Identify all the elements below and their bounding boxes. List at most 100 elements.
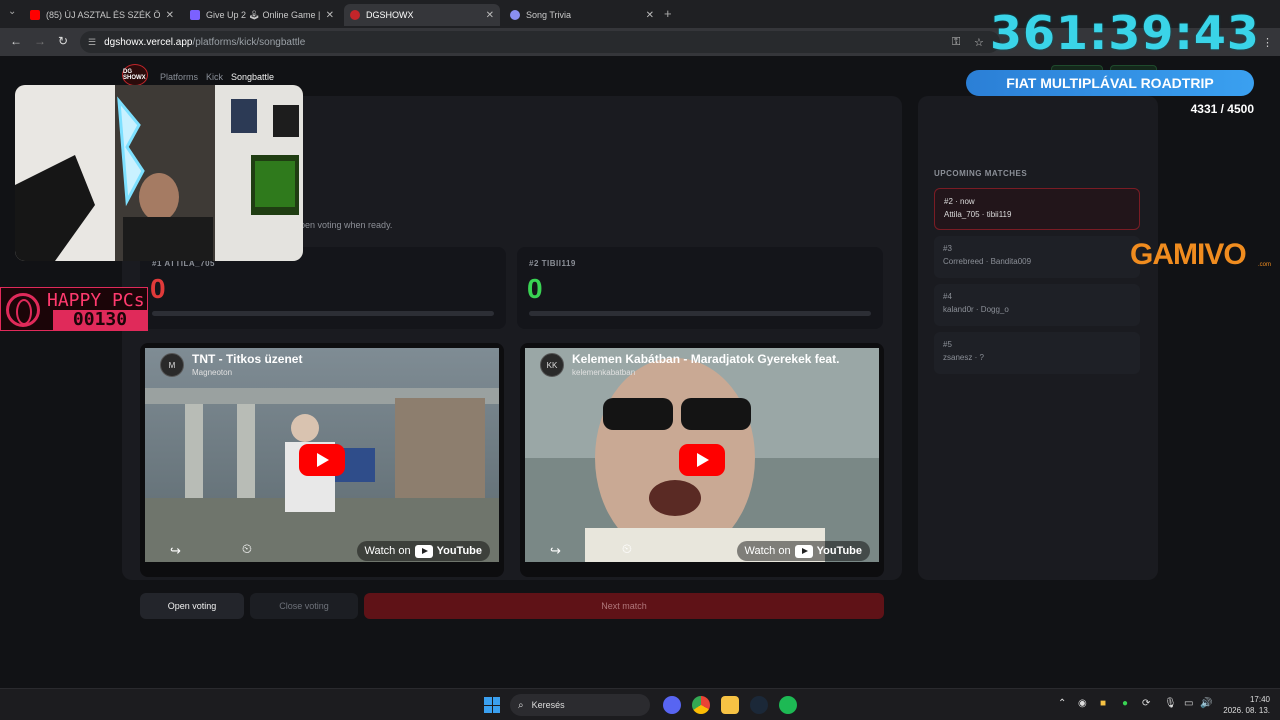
happy-pcs-logo-icon	[6, 293, 40, 327]
channel-avatar[interactable]: KK	[540, 353, 564, 377]
play-button[interactable]	[679, 444, 725, 476]
bookmark-star-icon[interactable]: ☆	[974, 36, 984, 49]
network-icon[interactable]: ▭	[1184, 698, 1193, 709]
match-players: kaland0r · Dogg_o	[943, 305, 1009, 314]
spotify-icon[interactable]	[779, 696, 797, 714]
upcoming-match-item[interactable]: #3 Correbreed · Bandita009	[934, 236, 1140, 278]
share-icon[interactable]: ↪	[170, 543, 181, 559]
breadcrumb-kick[interactable]: Kick	[206, 72, 223, 82]
video-embed-1[interactable]: M TNT - Titkos üzenet Magneoton ↪ ⏲ Watc…	[140, 343, 504, 577]
watch-on-youtube-button[interactable]: Watch on YouTube	[356, 541, 490, 561]
breadcrumb: Platforms Kick Songbattle	[160, 72, 274, 82]
happy-pcs-code: 00130	[53, 310, 147, 330]
volume-icon[interactable]: 🔊	[1200, 698, 1212, 709]
match-id: #2 · now	[944, 197, 975, 206]
clock-date: 2026. 08. 13.	[1223, 706, 1270, 715]
youtube-logo-icon	[794, 544, 813, 558]
close-icon[interactable]: ✕	[166, 10, 174, 21]
taskbar-search[interactable]: ⌕ Keresés	[510, 694, 650, 716]
watch-on-label: Watch on	[364, 545, 411, 557]
password-key-icon[interactable]: ⚿	[952, 36, 960, 49]
match-id: #4	[943, 292, 952, 301]
tab-dgshowx[interactable]: DGSHOWX ✕	[344, 4, 500, 26]
match-id: #5	[943, 340, 952, 349]
new-tab-icon[interactable]: +	[664, 6, 672, 21]
microphone-icon[interactable]: 🎙	[1164, 698, 1177, 709]
play-button[interactable]	[299, 444, 345, 476]
close-voting-button[interactable]: Close voting	[250, 593, 358, 619]
video-title[interactable]: TNT - Titkos üzenet	[192, 352, 488, 366]
dgshowx-icon	[350, 10, 360, 20]
voting-hint: pen voting when ready.	[300, 220, 393, 230]
video-channel[interactable]: Magneoton	[192, 368, 232, 377]
reload-icon[interactable]: ↻	[58, 34, 68, 48]
close-icon[interactable]: ✕	[326, 10, 334, 21]
tray-folder-icon[interactable]: ■	[1100, 698, 1106, 709]
forward-icon[interactable]: →	[34, 34, 46, 48]
tray-sync-icon[interactable]: ⟳	[1142, 698, 1150, 709]
open-voting-button[interactable]: Open voting	[140, 593, 244, 619]
upcoming-title: UPCOMING MATCHES	[934, 169, 1028, 178]
url-path: /platforms/kick/songbattle	[192, 36, 306, 48]
match-players: Attila_705 · tibii119	[944, 210, 1012, 219]
tab-give-up[interactable]: Give Up 2 🕹 Online Game | G ✕	[184, 4, 340, 26]
channel-avatar[interactable]: M	[160, 353, 184, 377]
chrome-icon[interactable]	[692, 696, 710, 714]
upcoming-match-item[interactable]: #4 kaland0r · Dogg_o	[934, 284, 1140, 326]
tab-song-trivia[interactable]: Song Trivia ✕	[504, 4, 660, 26]
start-windows-icon[interactable]	[484, 697, 500, 713]
close-icon[interactable]: ✕	[646, 10, 654, 21]
dgshowx-logo[interactable]: DG SHOWX	[122, 64, 148, 86]
file-explorer-icon[interactable]	[721, 696, 739, 714]
tab-title: DGSHOWX	[366, 10, 414, 20]
game-icon	[190, 10, 200, 20]
upcoming-match-item[interactable]: #2 · now Attila_705 · tibii119	[934, 188, 1140, 230]
player1-vote-bar	[152, 311, 494, 316]
video-embed-2[interactable]: KK Kelemen Kabátban - Maradjatok Gyereke…	[520, 343, 884, 577]
tab-title: Give Up 2 🕹 Online Game | G	[206, 9, 320, 20]
roadtrip-banner: FIAT MULTIPLÁVAL ROADTRIP	[966, 70, 1254, 96]
webcam-feed	[15, 85, 303, 261]
video-title[interactable]: Kelemen Kabátban - Maradjatok Gyerekek f…	[572, 352, 868, 366]
youtube-icon	[30, 10, 40, 20]
discord-icon[interactable]	[663, 696, 681, 714]
menu-icon[interactable]: ⋮	[1262, 36, 1273, 49]
tab-list-icon[interactable]: ⌄	[8, 6, 16, 17]
breadcrumb-songbattle: Songbattle	[231, 72, 275, 82]
back-icon[interactable]: ←	[10, 34, 22, 48]
tab-title: (85) ÚJ ASZTAL ÉS SZÉK ÖSSZE	[46, 10, 160, 20]
watch-on-youtube-button[interactable]: Watch on YouTube	[736, 541, 870, 561]
tab-youtube[interactable]: (85) ÚJ ASZTAL ÉS SZÉK ÖSSZE ✕	[24, 4, 180, 26]
share-icon[interactable]: ↪	[550, 543, 561, 559]
breadcrumb-platforms[interactable]: Platforms	[160, 72, 198, 82]
close-icon[interactable]: ✕	[486, 10, 494, 21]
tray-steam-icon[interactable]: ◉	[1078, 698, 1087, 709]
youtube-brand: YouTube	[816, 545, 862, 557]
trivia-icon	[510, 10, 520, 20]
player2-card: #2 TIBII119 0	[517, 247, 883, 329]
gamivo-domain: .com	[1258, 262, 1272, 268]
youtube-brand: YouTube	[436, 545, 482, 557]
address-bar[interactable]: ☰ dgshowx.vercel.app/platforms/kick/song…	[80, 31, 1000, 53]
taskbar-search-label: Keresés	[531, 700, 565, 710]
search-icon: ⌕	[518, 699, 524, 711]
next-match-button[interactable]: Next match	[364, 593, 884, 619]
upcoming-match-item[interactable]: #5 zsanesz · ?	[934, 332, 1140, 374]
tray-status-icon[interactable]: ●	[1122, 698, 1128, 709]
watch-on-label: Watch on	[744, 545, 791, 557]
tab-title: Song Trivia	[526, 10, 572, 20]
gamivo-logo: GAMIVO	[1130, 238, 1247, 271]
tray-overflow-icon[interactable]: ⌃	[1058, 698, 1066, 709]
donation-progress: 4331 / 4500	[1190, 102, 1254, 116]
taskbar-clock[interactable]: 17:40 2026. 08. 13.	[1220, 694, 1270, 716]
watch-later-icon[interactable]: ⏲	[202, 542, 252, 555]
stream-timer: 361:39:43	[990, 6, 1260, 60]
player2-score: 0	[527, 273, 543, 304]
happy-pcs-badge: HAPPY PCs 00130	[0, 287, 148, 331]
video-channel[interactable]: kelemenkabatban	[572, 368, 635, 377]
steam-icon[interactable]	[750, 696, 768, 714]
windows-taskbar: ⌕ Keresés ⌃ ◉ ■ ● ⟳ 🎙 ▭ 🔊 17:40 2026. 08…	[0, 688, 1280, 720]
happy-pcs-name: HAPPY PCs	[47, 290, 145, 311]
watch-later-icon[interactable]: ⏲	[582, 542, 632, 555]
site-info-icon[interactable]: ☰	[88, 37, 96, 48]
